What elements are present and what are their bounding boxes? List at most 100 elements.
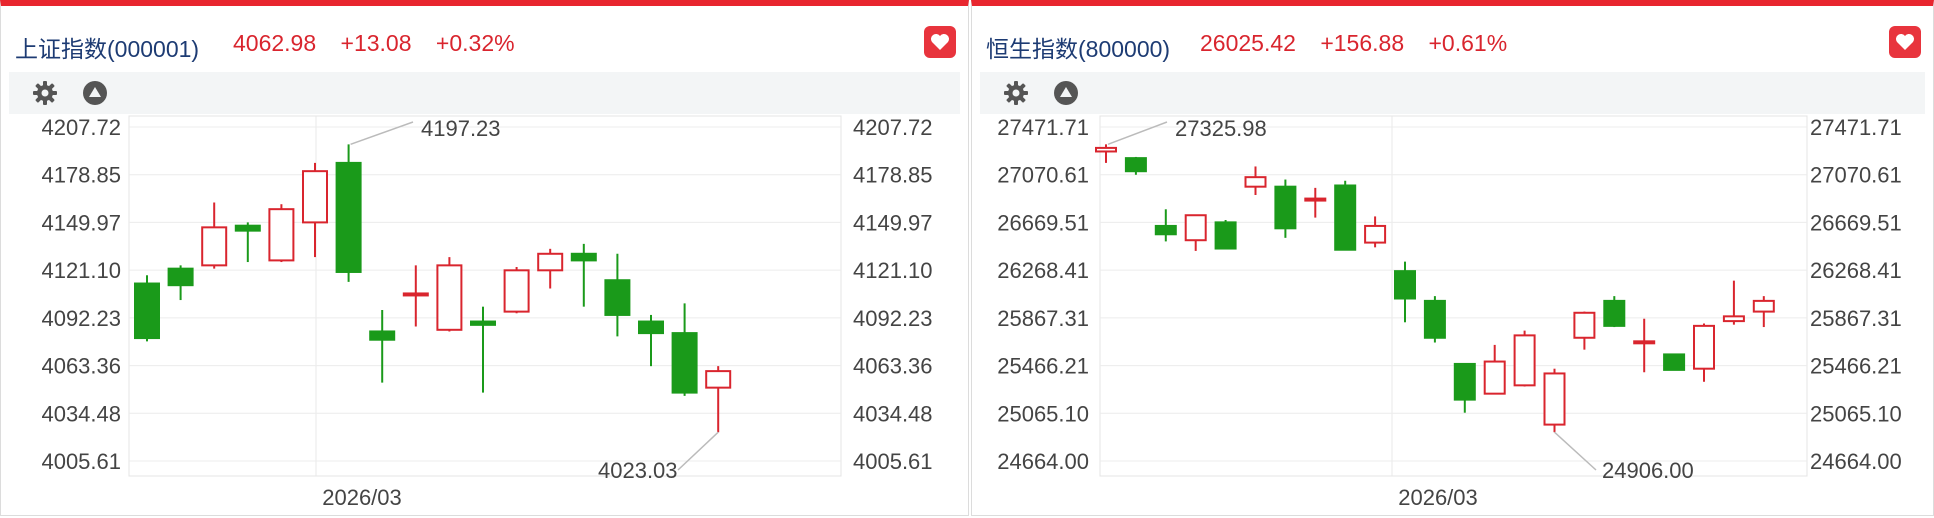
plot-area bbox=[128, 115, 842, 477]
candle bbox=[1513, 330, 1536, 387]
candle-body bbox=[1244, 176, 1267, 188]
candle-body bbox=[1095, 146, 1117, 153]
y-tick-label-right: 4178.85 bbox=[853, 163, 933, 188]
candle-body bbox=[1214, 221, 1237, 250]
candle bbox=[570, 243, 597, 307]
candle-body bbox=[570, 252, 597, 262]
candle-body bbox=[1124, 157, 1147, 173]
low-annotation: 24906.00 bbox=[1602, 458, 1694, 483]
candle bbox=[537, 248, 564, 289]
candle-body bbox=[369, 330, 396, 341]
candle bbox=[638, 314, 664, 367]
candle bbox=[1334, 180, 1357, 251]
candle bbox=[1304, 187, 1327, 218]
candle bbox=[1095, 144, 1117, 163]
y-tick-label-left: 4207.72 bbox=[41, 115, 121, 140]
candle bbox=[1423, 296, 1446, 343]
candle-body bbox=[1423, 299, 1446, 339]
candle-body bbox=[1274, 185, 1297, 230]
candle-body bbox=[705, 370, 732, 389]
candle bbox=[1214, 219, 1237, 250]
y-tick-label-left: 4005.61 bbox=[41, 449, 121, 474]
y-tick-label-left: 4178.85 bbox=[41, 163, 121, 188]
y-tick-label-right: 26669.51 bbox=[1810, 210, 1902, 235]
candle bbox=[335, 144, 362, 282]
candle-body bbox=[1184, 214, 1207, 242]
y-tick-label-left: 27471.71 bbox=[997, 115, 1089, 140]
candle-body bbox=[1663, 353, 1686, 371]
high-leader-line bbox=[1107, 121, 1168, 146]
candle-body bbox=[1394, 270, 1416, 300]
candle-body bbox=[402, 292, 429, 297]
candle-body bbox=[436, 264, 463, 331]
y-tick-label-right: 4149.97 bbox=[853, 210, 933, 235]
y-tick-label-right: 26268.41 bbox=[1810, 258, 1902, 283]
candle-body bbox=[1633, 340, 1656, 345]
y-tick-label-left: 4034.48 bbox=[41, 401, 121, 426]
candle bbox=[134, 275, 160, 342]
candle bbox=[201, 202, 228, 269]
candle bbox=[1394, 261, 1416, 323]
candle-body bbox=[1364, 224, 1387, 244]
candle-body bbox=[302, 170, 328, 224]
y-tick-label-right: 24664.00 bbox=[1810, 449, 1902, 474]
y-tick-label-left: 25065.10 bbox=[997, 401, 1089, 426]
candle-body bbox=[1603, 299, 1626, 327]
candle bbox=[436, 257, 463, 332]
y-tick-label-left: 27070.61 bbox=[997, 163, 1089, 188]
candle-body bbox=[503, 269, 530, 313]
candle bbox=[302, 162, 328, 258]
candle bbox=[369, 309, 396, 383]
low-annotation: 4023.03 bbox=[598, 458, 678, 483]
candle-body bbox=[1453, 362, 1476, 401]
y-tick-label-left: 26669.51 bbox=[997, 210, 1089, 235]
y-tick-label-left: 4149.97 bbox=[41, 210, 121, 235]
candle bbox=[1722, 280, 1745, 325]
candle bbox=[1543, 368, 1566, 433]
candlestick-chart[interactable]: 27471.71 27471.71 27070.61 27070.61 26669.51… bbox=[972, 6, 1933, 516]
high-annotation: 4197.23 bbox=[421, 116, 501, 141]
candle-body bbox=[201, 226, 228, 267]
y-tick-label-right: 25065.10 bbox=[1810, 401, 1902, 426]
y-tick-label-right: 27070.61 bbox=[1810, 163, 1902, 188]
candle bbox=[1573, 311, 1596, 350]
candle bbox=[234, 222, 261, 263]
candle bbox=[1663, 353, 1686, 371]
y-tick-label-right: 4034.48 bbox=[853, 401, 933, 426]
candle-body bbox=[470, 320, 496, 326]
candle-body bbox=[604, 279, 631, 316]
candle bbox=[1364, 216, 1387, 248]
y-tick-label-right: 4063.36 bbox=[853, 354, 933, 379]
candle-body bbox=[1752, 299, 1775, 313]
candle-body bbox=[1722, 315, 1745, 323]
y-tick-label-left: 24664.00 bbox=[997, 449, 1089, 474]
candle bbox=[705, 366, 732, 433]
x-axis-label: 2026/03 bbox=[1398, 485, 1478, 510]
y-tick-label-right: 4005.61 bbox=[853, 449, 933, 474]
candle bbox=[1124, 156, 1147, 175]
high-leader-line bbox=[350, 121, 414, 146]
y-tick-label-right: 4207.72 bbox=[853, 115, 933, 140]
candle-body bbox=[234, 224, 261, 232]
candle-body bbox=[1334, 184, 1357, 251]
candle-body bbox=[1543, 372, 1566, 426]
y-tick-label-left: 4063.36 bbox=[41, 354, 121, 379]
y-tick-label-right: 25466.21 bbox=[1810, 354, 1902, 379]
candle-body bbox=[268, 208, 295, 262]
y-tick-label-left: 26268.41 bbox=[997, 258, 1089, 283]
candle-body bbox=[537, 252, 564, 272]
candle-body bbox=[335, 161, 362, 273]
candle bbox=[470, 306, 496, 393]
candle bbox=[167, 265, 194, 301]
hang-seng-index-panel: 恒生指数(800000) 26025.42 +156.88 +0.61% 274… bbox=[971, 0, 1934, 516]
shanghai-index-panel: 上证指数(000001) 4062.98 +13.08 +0.32% 4207.… bbox=[0, 0, 969, 516]
candle bbox=[268, 204, 295, 263]
candle bbox=[604, 253, 631, 337]
candle-body bbox=[1154, 224, 1177, 236]
candlestick-chart[interactable]: 4207.72 4207.72 4178.85 4178.85 4149.97 4149.… bbox=[1, 6, 968, 516]
y-tick-label-left: 4092.23 bbox=[41, 306, 121, 331]
x-axis-label: 2026/03 bbox=[322, 485, 402, 510]
candle-body bbox=[167, 267, 194, 287]
candle bbox=[402, 265, 429, 327]
candle-body bbox=[134, 282, 160, 340]
